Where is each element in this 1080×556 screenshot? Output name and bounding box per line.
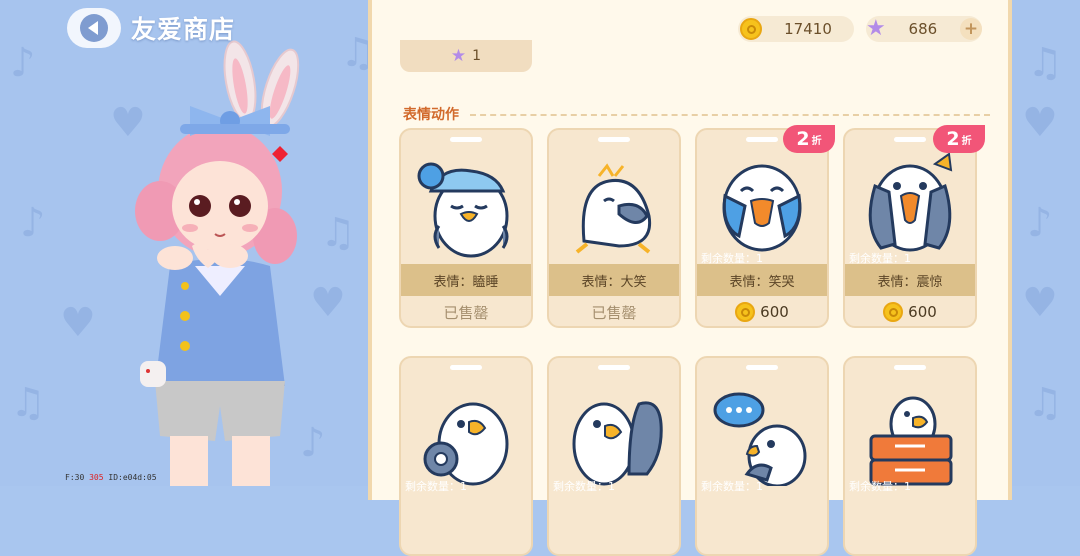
item-card-laugh[interactable]: 表情：大笑 已售罄 (547, 128, 681, 328)
character-showcase: ♪ ♫ ♪ ♫ ♫ ♪ ♥ ♥ ♥ F:30 305 ID:e04d:05 (0, 0, 372, 486)
laugh-cry-duck-sticker (722, 164, 802, 252)
item-label: 表情：笑哭 (697, 264, 827, 296)
item-card-sleepy[interactable]: 表情：瞌睡 已售罄 (399, 128, 533, 328)
page-title: 友爱商店 (131, 15, 236, 44)
coin-icon (735, 302, 756, 322)
coin-balance: 17410 (738, 16, 854, 42)
item-label: 表情：大笑 (549, 264, 679, 296)
sold-out-status: 已售罄 (591, 303, 637, 322)
back-arrow-icon (80, 14, 108, 42)
heart-icon: ♥ (1022, 280, 1058, 326)
heart-icon: ♥ (1022, 100, 1058, 146)
section-title: 表情动作 (403, 107, 459, 123)
heart-icon: ♥ (60, 300, 96, 346)
item-label: 表情：瞌睡 (401, 264, 531, 296)
item-card-wave[interactable]: 剩余数量：1 (547, 356, 681, 556)
music-note-icon: ♪ (20, 200, 46, 246)
shocked-duck-sticker (868, 152, 953, 252)
music-note-icon: ♪ (1027, 200, 1053, 246)
sleepy-duck-sticker (417, 162, 509, 258)
remaining-quantity: 剩余数量：1 (405, 480, 467, 493)
star-icon: ★ (866, 16, 886, 41)
remaining-quantity: 剩余数量：1 (553, 480, 615, 493)
ok-duck-sticker (423, 402, 509, 486)
music-note-icon: ♫ (10, 380, 46, 426)
character-avatar[interactable] (120, 36, 320, 486)
item-card-shocked[interactable]: 剩余数量：1 表情：震惊 600 (843, 128, 977, 328)
laughing-duck-sticker (575, 163, 652, 254)
discount-badge: 2折 (933, 125, 985, 153)
music-note-icon: ♫ (1027, 380, 1063, 426)
thinking-duck-sticker (713, 392, 807, 486)
star-balance: ★ 686 + (866, 16, 982, 42)
item-card-laugh-cry[interactable]: 剩余数量：1 表情：笑哭 600 (695, 128, 829, 328)
price-button[interactable]: 600 (845, 296, 975, 326)
music-note-icon: ♪ (10, 40, 36, 86)
section-divider (470, 114, 990, 116)
coin-icon (740, 18, 762, 40)
item-card-box[interactable]: 剩余数量：1 (843, 356, 977, 556)
item-card-ok[interactable]: 剩余数量：1 (399, 356, 533, 556)
star-icon: ★ (450, 46, 467, 66)
add-stars-button[interactable]: + (960, 18, 982, 40)
previous-item-card[interactable]: ★ 1 (400, 40, 532, 72)
remaining-quantity: 剩余数量：1 (701, 480, 763, 493)
back-button[interactable] (67, 8, 121, 48)
item-label: 表情：震惊 (845, 264, 975, 296)
box-duck-sticker (869, 396, 953, 486)
item-card-think[interactable]: 剩余数量：1 (695, 356, 829, 556)
coin-icon (883, 302, 904, 322)
music-note-icon: ♫ (320, 210, 356, 256)
waving-duck-sticker (572, 401, 663, 486)
discount-badge: 2折 (783, 125, 835, 153)
debug-overlay: F:30 305 ID:e04d:05 (65, 473, 157, 482)
background-strip: ♫ ♥ ♪ ♥ ♫ (1012, 0, 1080, 486)
remaining-quantity: 剩余数量：1 (849, 480, 911, 493)
sold-out-status: 已售罄 (443, 303, 489, 322)
price-button[interactable]: 600 (697, 296, 827, 326)
music-note-icon: ♫ (1027, 40, 1063, 86)
